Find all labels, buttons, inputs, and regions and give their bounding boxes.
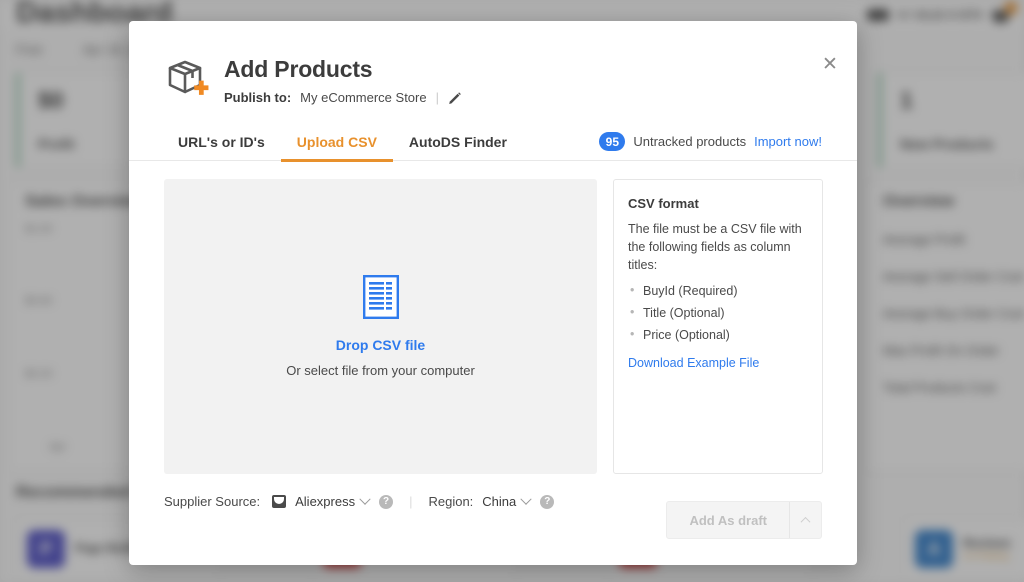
tab-autods-finder[interactable]: AutoDS Finder (393, 123, 523, 161)
package-add-icon (164, 55, 210, 101)
dropzone-title: Drop CSV file (335, 337, 426, 353)
supplier-source-label: Supplier Source: (164, 494, 261, 509)
help-icon[interactable]: ? (379, 494, 394, 509)
chevron-down-icon[interactable] (359, 493, 371, 505)
add-as-draft-button[interactable]: Add As draft (667, 502, 789, 538)
untracked-products-group: 95 Untracked products Import now! (599, 132, 822, 151)
modal-header-text: Add Products Publish to: My eCommerce St… (224, 52, 462, 105)
list-item: Price (Optional) (628, 327, 808, 342)
tab-upload-csv[interactable]: Upload CSV (280, 123, 394, 162)
supplier-source-value[interactable]: Aliexpress (295, 494, 355, 509)
modal-body: Drop CSV file Or select file from your c… (129, 161, 857, 474)
untracked-count-badge: 95 (599, 132, 626, 151)
publish-to-label: Publish to: (224, 90, 292, 105)
modal-tabs: URL's or ID's Upload CSV AutoDS Finder 9… (129, 123, 857, 162)
import-now-link[interactable]: Import now! (754, 134, 822, 149)
aliexpress-icon (272, 495, 287, 508)
publish-to-row: Publish to: My eCommerce Store | (224, 90, 462, 105)
csv-file-icon (362, 275, 399, 319)
help-icon[interactable]: ? (540, 494, 555, 509)
add-as-draft-button-group: Add As draft (666, 501, 822, 539)
csv-dropzone[interactable]: Drop CSV file Or select file from your c… (164, 179, 597, 474)
publish-to-store: My eCommerce Store (300, 90, 427, 105)
untracked-label: Untracked products (633, 134, 747, 149)
csv-format-field-list: BuyId (Required) Title (Optional) Price … (628, 283, 808, 342)
chevron-up-icon (800, 516, 811, 527)
csv-format-description: The file must be a CSV file with the fol… (628, 222, 802, 273)
download-example-file-link[interactable]: Download Example File (628, 356, 759, 370)
tab-urls-or-ids[interactable]: URL's or ID's (162, 123, 281, 161)
region-label: Region: (428, 494, 474, 509)
list-item: Title (Optional) (628, 305, 808, 320)
csv-format-panel: CSV format The file must be a CSV file w… (613, 179, 823, 474)
close-icon[interactable]: ✕ (819, 53, 841, 75)
chevron-down-icon[interactable] (520, 493, 532, 505)
divider: | (435, 90, 439, 105)
add-as-draft-options-button[interactable] (789, 502, 821, 538)
dropzone-subtitle: Or select file from your computer (286, 363, 475, 378)
region-value[interactable]: China (482, 494, 516, 509)
modal-header: Add Products Publish to: My eCommerce St… (129, 21, 857, 105)
edit-pencil-icon[interactable] (448, 91, 462, 105)
csv-format-title: CSV format (628, 196, 699, 211)
divider: | (409, 494, 413, 509)
add-products-modal: ✕ Add Products Publish to: My eCommerce … (129, 21, 857, 565)
list-item: BuyId (Required) (628, 283, 808, 298)
page-title: Add Products (224, 56, 373, 82)
